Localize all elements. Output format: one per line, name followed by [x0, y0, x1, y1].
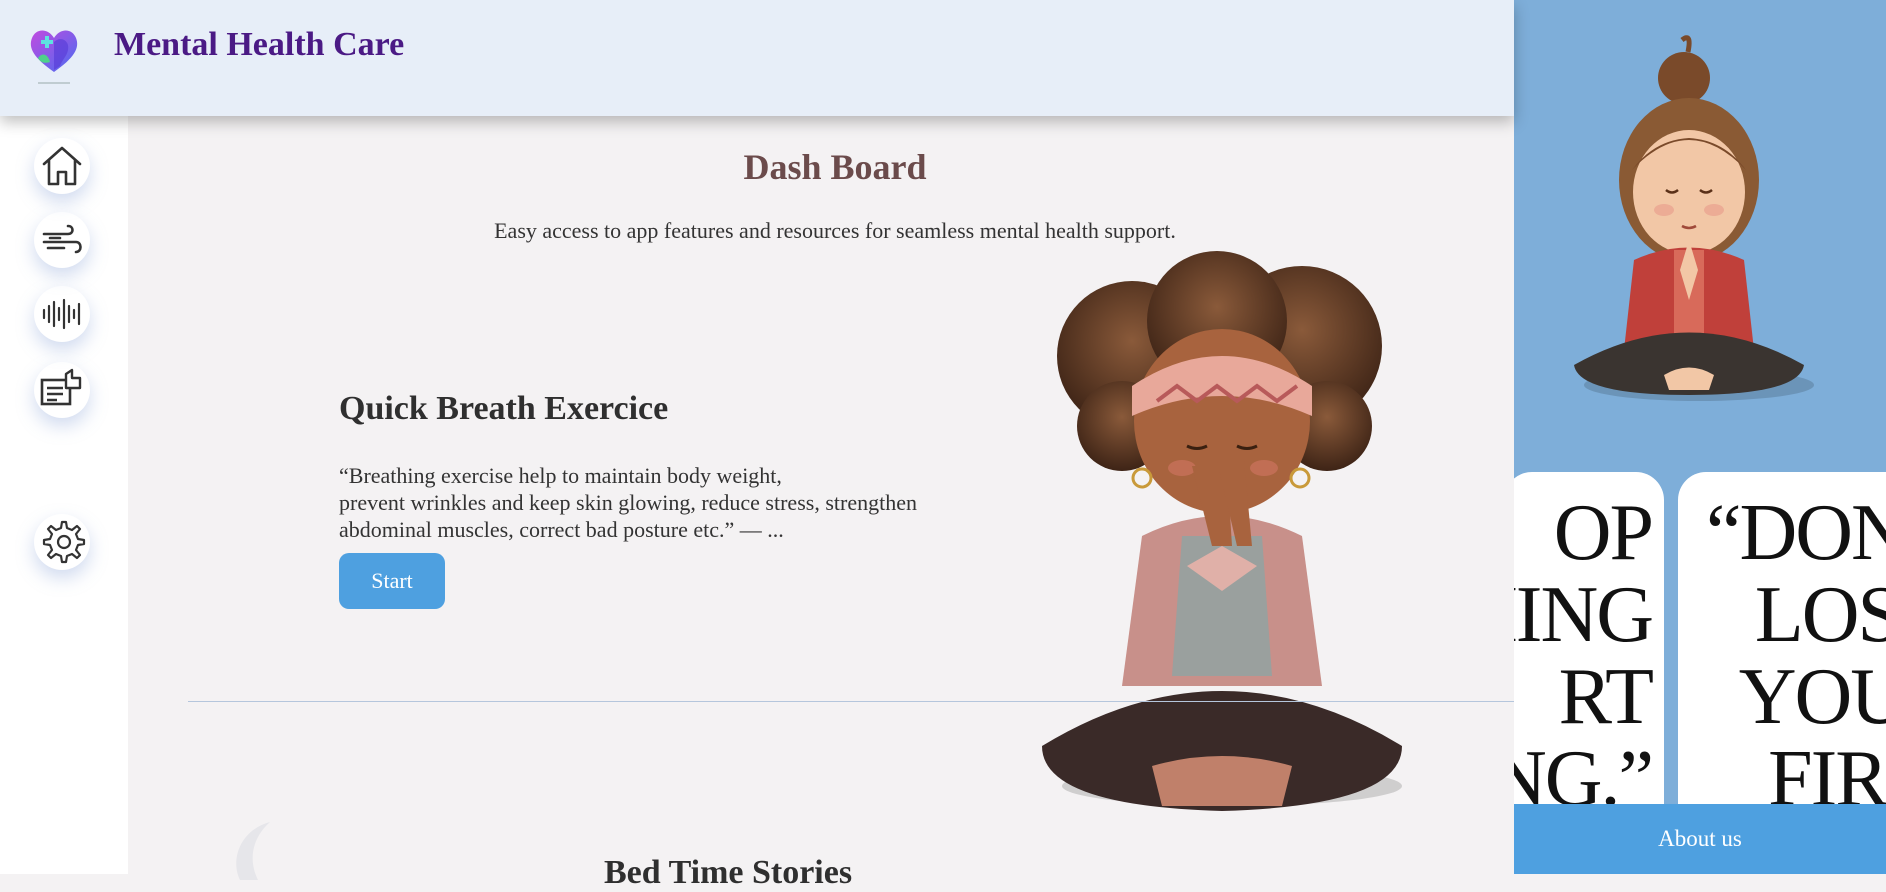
audio-wave-icon[interactable]	[34, 286, 90, 342]
gear-icon[interactable]	[34, 514, 90, 570]
quote-card-line: “DON	[1706, 489, 1886, 577]
meditating-girl-bun-illustration	[1554, 30, 1844, 410]
quote-line: abdominal muscles, correct bad posture e…	[339, 517, 784, 542]
quote-card[interactable]: “DON LOS YOU FIR	[1678, 472, 1886, 804]
app-title: Mental Health Care	[114, 26, 405, 63]
bedtime-stories-title: Bed Time Stories	[604, 854, 853, 891]
quote-card[interactable]: OP HING RT NG.”	[1514, 472, 1664, 804]
right-panel: OP HING RT NG.” “DON LOS YOU FIR About u…	[1514, 0, 1886, 874]
page-subtitle: Easy access to app features and resource…	[494, 218, 1176, 243]
start-button[interactable]: Start	[339, 553, 445, 609]
quote-card-line: LOS	[1754, 571, 1886, 659]
home-icon[interactable]	[34, 138, 90, 194]
quick-breath-title: Quick Breath Exercice	[339, 390, 669, 427]
quote-card-line: YOU	[1738, 653, 1886, 741]
sidebar	[0, 116, 128, 874]
quote-card-line: NG.”	[1514, 735, 1654, 804]
quote-card-text: OP HING RT NG.”	[1514, 489, 1654, 804]
heart-head-logo-icon[interactable]	[24, 20, 84, 90]
moon-icon	[210, 820, 290, 880]
meditating-girl-illustration	[982, 246, 1452, 830]
app-header: Mental Health Care	[0, 0, 1514, 116]
dashboard-main: Dash Board Easy access to app features a…	[128, 116, 1514, 891]
quote-line: “Breathing exercise help to maintain bod…	[339, 463, 782, 488]
quote-line: prevent wrinkles and keep skin glowing, …	[339, 490, 917, 515]
quote-card-line: OP	[1553, 489, 1654, 577]
quote-card-text: “DON LOS YOU FIR	[1706, 492, 1886, 804]
about-us-button[interactable]: About us	[1514, 804, 1886, 874]
quote-card-line: FIR	[1768, 735, 1886, 804]
quote-card-line: HING	[1514, 571, 1654, 659]
feedback-icon[interactable]	[34, 362, 90, 418]
section-divider	[188, 701, 1514, 702]
quick-breath-quote: “Breathing exercise help to maintain bod…	[339, 462, 999, 543]
quote-card-line: RT	[1558, 653, 1654, 741]
page-title: Dash Board	[743, 147, 927, 187]
wind-icon[interactable]	[34, 212, 90, 268]
